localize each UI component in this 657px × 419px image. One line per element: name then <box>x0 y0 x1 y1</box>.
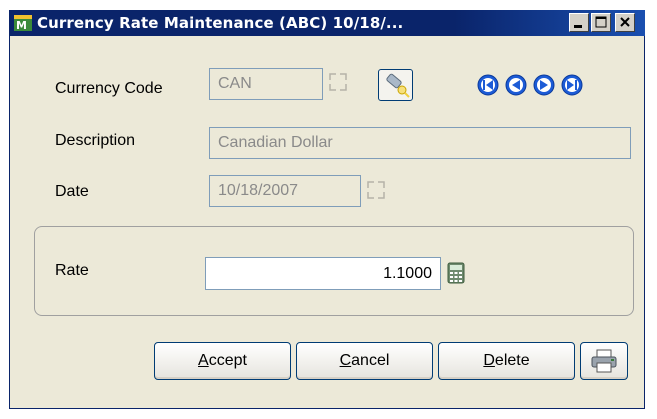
accept-button[interactable]: Accept <box>154 342 291 380</box>
close-button[interactable] <box>615 13 635 32</box>
date-label: Date <box>55 183 89 200</box>
cancel-mnemonic: C <box>339 352 352 369</box>
sage-mas-app-icon: M <box>14 15 32 32</box>
close-icon <box>620 17 630 27</box>
maximize-button[interactable] <box>591 13 611 32</box>
date-input[interactable]: 10/18/2007 <box>209 175 361 207</box>
printer-icon <box>591 349 617 373</box>
calendar-lookup-icon[interactable] <box>365 179 387 201</box>
description-label: Description <box>55 132 136 149</box>
cancel-button[interactable]: Cancel <box>296 342 433 380</box>
calculator-icon[interactable] <box>447 262 465 284</box>
cancel-label: ancel <box>351 352 390 369</box>
delete-button[interactable]: Delete <box>438 342 575 380</box>
rate-label: Rate <box>55 262 89 279</box>
window-title: Currency Rate Maintenance (ABC) 10/18/..… <box>37 14 404 32</box>
accept-mnemonic: A <box>198 352 209 369</box>
first-record-icon[interactable] <box>477 74 499 96</box>
currency-rate-maintenance-window: M Currency Rate Maintenance (ABC) 10/18/… <box>9 10 645 409</box>
description-input[interactable]: Canadian Dollar <box>209 127 631 159</box>
print-button[interactable] <box>580 342 628 380</box>
search-button[interactable] <box>378 69 413 101</box>
next-record-icon[interactable] <box>533 74 555 96</box>
currency-code-label: Currency Code <box>55 80 163 97</box>
lookup-icon[interactable] <box>327 71 349 93</box>
maximize-icon <box>595 16 607 28</box>
minimize-button[interactable] <box>569 13 589 32</box>
previous-record-icon[interactable] <box>505 74 527 96</box>
accept-label: ccept <box>208 352 247 369</box>
delete-label: elete <box>494 352 530 369</box>
svg-text:M: M <box>16 19 27 32</box>
minimize-icon <box>574 25 582 28</box>
delete-mnemonic: D <box>483 352 495 369</box>
rate-input[interactable]: 1.1000 <box>205 257 441 290</box>
currency-code-input[interactable]: CAN <box>209 68 323 100</box>
last-record-icon[interactable] <box>561 74 583 96</box>
title-bar[interactable]: M Currency Rate Maintenance (ABC) 10/18/… <box>9 10 645 36</box>
flashlight-icon <box>386 73 410 98</box>
